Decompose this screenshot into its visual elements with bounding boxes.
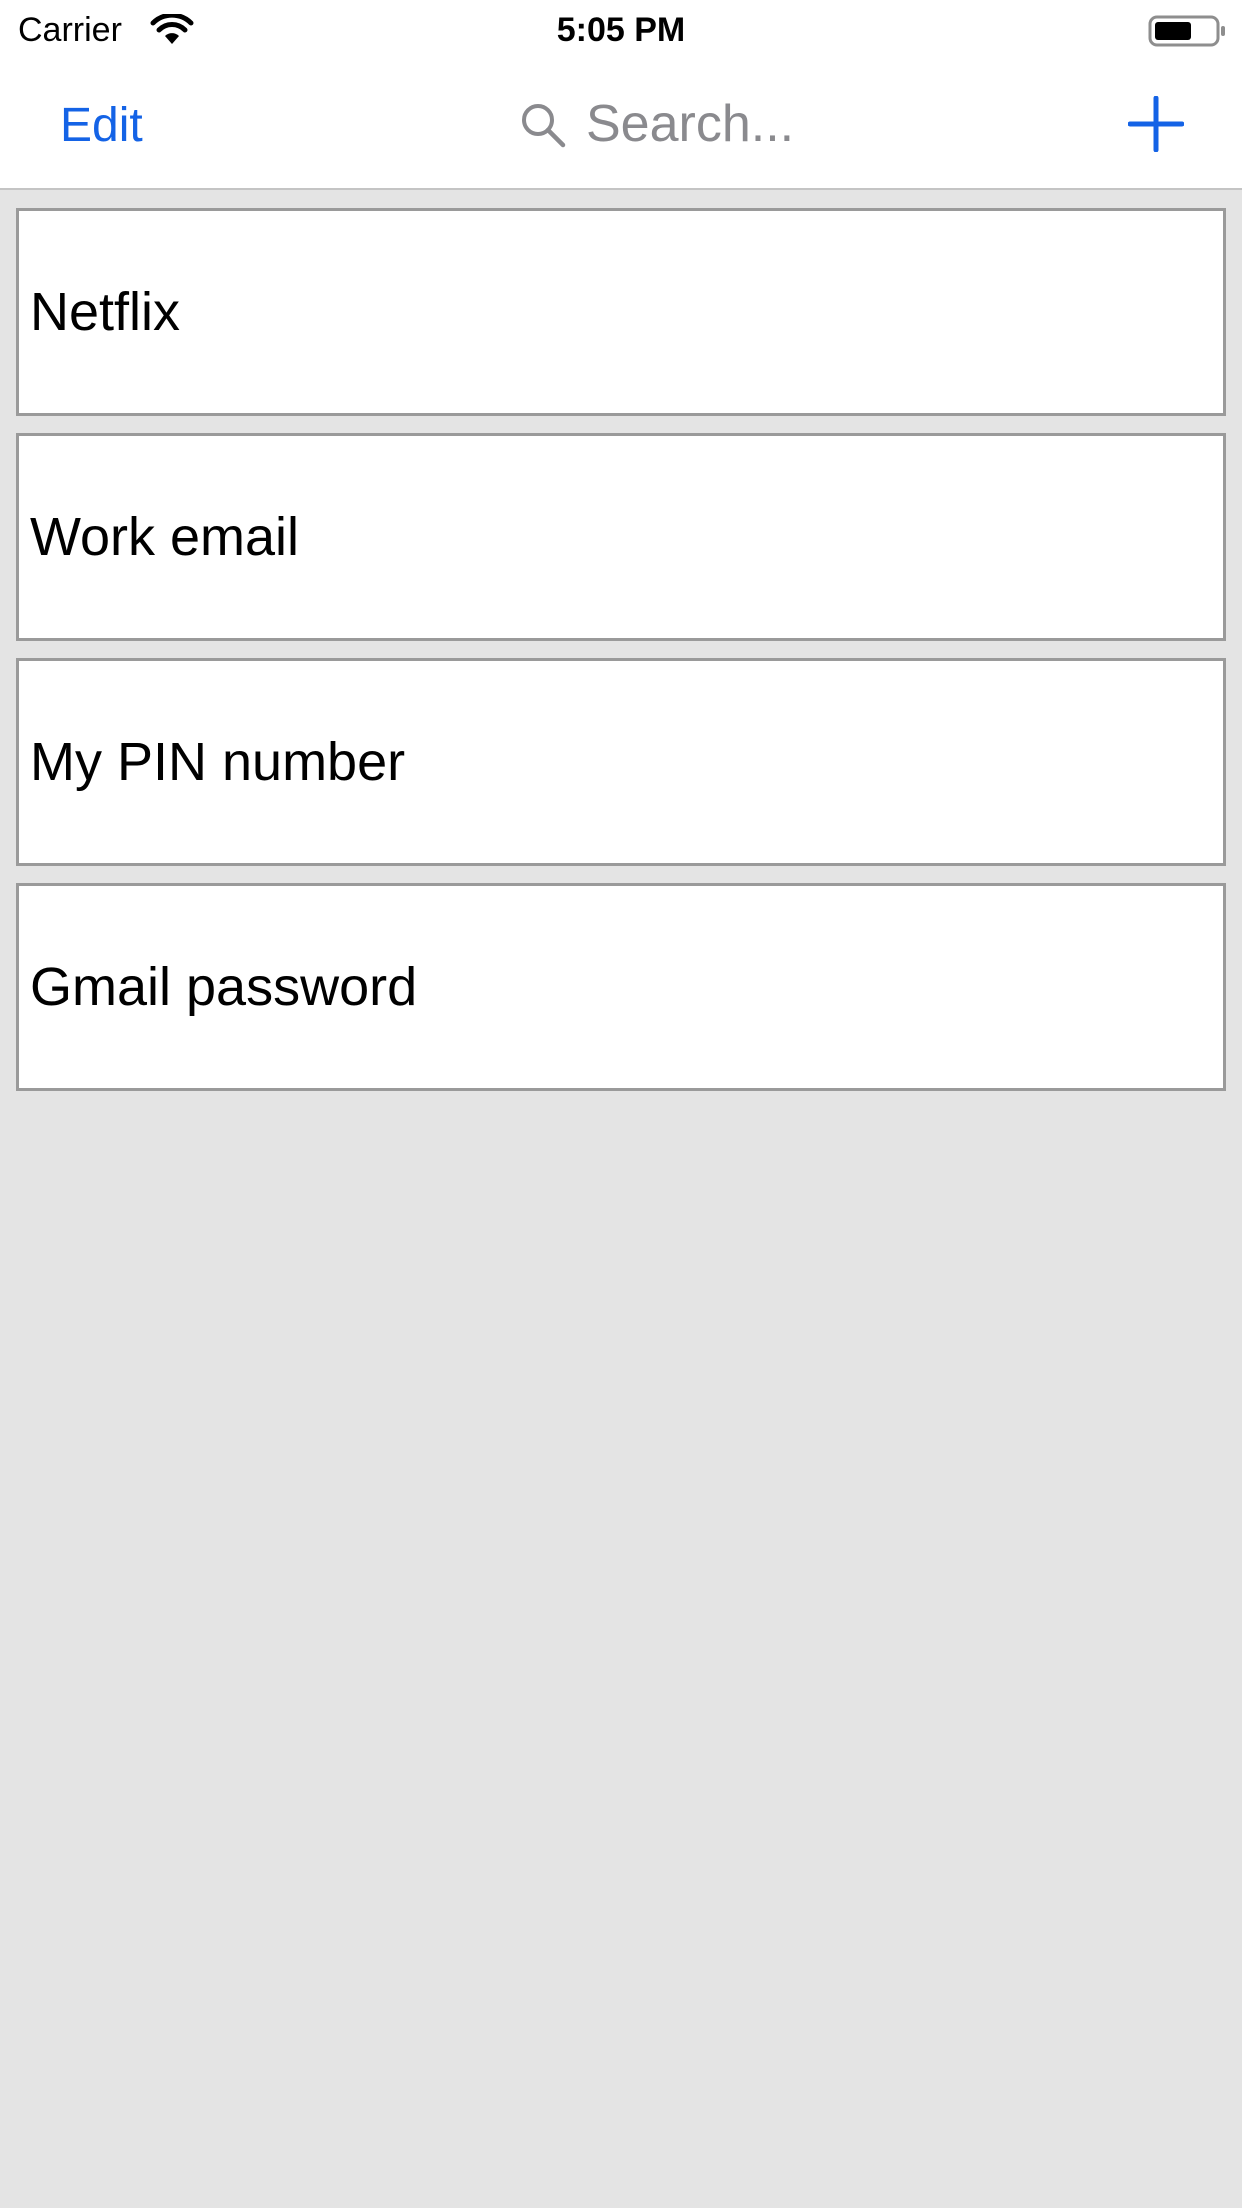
- list-item-label: Gmail password: [30, 957, 418, 1017]
- list-item[interactable]: Netflix: [16, 208, 1226, 416]
- list-item[interactable]: Gmail password: [16, 883, 1226, 1091]
- search-input[interactable]: [586, 92, 1006, 156]
- list-item-label: Work email: [30, 507, 300, 567]
- clock-time: 5:05 PM: [556, 11, 686, 49]
- entries-list: Netflix Work email My PIN number Gmail p…: [16, 208, 1226, 1108]
- search-icon: [520, 102, 566, 148]
- status-bar: Carrier 5:05 PM: [0, 0, 1242, 60]
- search-bar: [520, 92, 1020, 156]
- list-item-label: Netflix: [30, 282, 181, 342]
- navigation-bar: Edit: [0, 60, 1242, 190]
- list-item-label: My PIN number: [30, 732, 406, 792]
- battery-icon: [1148, 14, 1228, 48]
- add-button[interactable]: [1127, 95, 1185, 153]
- list-item[interactable]: Work email: [16, 433, 1226, 641]
- plus-icon: [1127, 95, 1185, 153]
- edit-button[interactable]: Edit: [60, 98, 143, 154]
- list-item[interactable]: My PIN number: [16, 658, 1226, 866]
